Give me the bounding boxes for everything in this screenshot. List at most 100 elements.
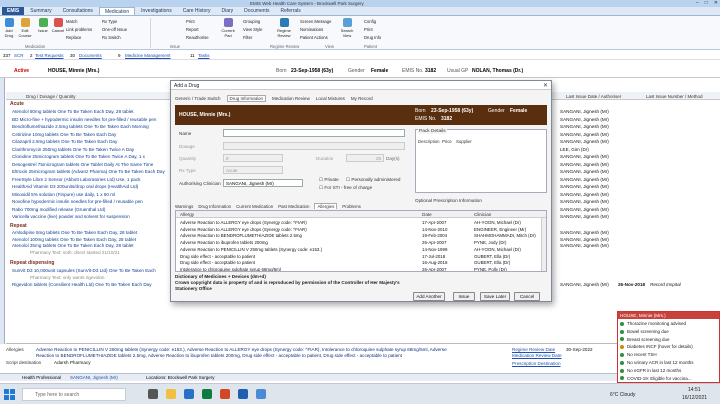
alert-item[interactable]: COVID-19: Eligible for vaccina...: [620, 376, 692, 381]
personally-administered-checkbox[interactable]: ☐ Personally administered: [346, 177, 400, 183]
close-window-icon[interactable]: ✕: [714, 0, 718, 6]
pack-col-description[interactable]: Description: [418, 139, 440, 144]
alert-item[interactable]: No eGFR in last 12 months: [620, 368, 681, 373]
tab-lower-drug-information[interactable]: Drug Information: [198, 204, 231, 209]
current-pad-button[interactable]: Current Pad: [220, 18, 236, 38]
cancel-course-button[interactable]: Cancel: [50, 18, 66, 33]
acute-drug-row[interactable]: HealthAid Vitamin D3 200units/drop oral …: [12, 184, 138, 189]
optional-prescription-info[interactable]: Optional Prescription Information: [415, 198, 547, 206]
rx-type-select[interactable]: Acute: [223, 166, 283, 174]
tab-documents[interactable]: Documents: [239, 7, 274, 15]
match-button[interactable]: Match: [66, 19, 77, 24]
status-user[interactable]: SANGANI, Jignesh (Mr): [70, 375, 118, 380]
patient-actions-button[interactable]: Patient Actions: [300, 35, 328, 40]
tab-summary[interactable]: Summary: [25, 7, 56, 15]
tab-local-mixtures[interactable]: Local Mixtures: [316, 96, 345, 101]
tab-diary[interactable]: Diary: [217, 7, 239, 15]
record-sidebar[interactable]: [0, 78, 5, 344]
alerts-title[interactable]: HOUSE, Minnie (Mrs.): [618, 312, 719, 319]
drug-info-button[interactable]: Drug Info: [364, 35, 381, 40]
filter-button[interactable]: Filter: [243, 35, 252, 40]
taskbar-search-box[interactable]: Type here to search: [22, 388, 126, 401]
drug-name-input[interactable]: [223, 129, 405, 137]
tab-problems[interactable]: Problems: [342, 204, 361, 209]
config-button[interactable]: Config: [364, 19, 376, 24]
tasks-link[interactable]: Tasks: [198, 53, 210, 58]
print-list-button[interactable]: Print: [364, 27, 373, 32]
acute-drug-row[interactable]: Novofine hypodermic insulin needles for …: [12, 199, 143, 204]
tab-care-history[interactable]: Care History: [178, 7, 216, 15]
add-drug-button[interactable]: Add Drug: [1, 18, 17, 38]
prescription-destination-link[interactable]: Prescription Destination: [512, 361, 561, 366]
edit-course-button[interactable]: Edit Course: [17, 18, 33, 38]
allergy-col-date[interactable]: Date: [422, 212, 432, 217]
duration-unit[interactable]: Day(s): [386, 156, 400, 161]
scr-link[interactable]: SCR: [14, 53, 24, 58]
alert-item[interactable]: Diabetes INCF (hover for details): [620, 344, 693, 349]
link-problems-button[interactable]: Link problems: [66, 27, 92, 32]
acute-drug-row[interactable]: Desogestrel 75microgram tablets One Tabl…: [12, 162, 153, 167]
allergy-col-clinician[interactable]: Clinician: [474, 212, 491, 217]
tab-past-medication[interactable]: Past Medication: [278, 204, 309, 209]
alert-item[interactable]: No urinary ACR in last 12 months: [620, 360, 694, 365]
view-style-button[interactable]: View Style: [243, 27, 262, 32]
acute-drug-row[interactable]: Cilazapril 2.5mg tablets One To Be Taken…: [12, 139, 117, 144]
word-icon[interactable]: [238, 389, 248, 399]
rx-type-button[interactable]: Rx Type: [102, 19, 117, 24]
issue-button[interactable]: Issue: [35, 18, 51, 33]
dosage-input[interactable]: [223, 142, 405, 150]
windows-start-icon[interactable]: [4, 389, 15, 400]
replace-button[interactable]: Replace: [66, 35, 81, 40]
private-checkbox[interactable]: ☐ Private: [319, 177, 339, 183]
report-button[interactable]: Report: [186, 27, 199, 32]
acute-drug-row[interactable]: FreeStyle Libre 2 Sensor (Abbott Laborat…: [12, 177, 140, 182]
repeat-dispensing-row[interactable]: SunVit D3 10,000unit capsules (SunVit-D3…: [12, 268, 156, 273]
tab-emis[interactable]: EMIS: [2, 7, 25, 15]
print-button[interactable]: Print: [186, 19, 195, 24]
allergy-scrollbar[interactable]: [541, 218, 546, 271]
tab-generic-trade-switch[interactable]: Generic / Trade Switch: [175, 96, 221, 101]
acute-drug-row[interactable]: Atenolol 50mg tablets One To Be Taken Ea…: [12, 109, 134, 114]
excel-icon[interactable]: [202, 389, 212, 399]
rigevidon-row[interactable]: Rigevidon tablets (Consilient Health Ltd…: [12, 282, 152, 287]
allergy-row[interactable]: Intolerance to chloroquine sulphate syru…: [176, 266, 542, 271]
alert-item[interactable]: Breast screening due: [620, 337, 670, 342]
patient-name[interactable]: HOUSE, Minnie (Mrs.): [48, 68, 99, 74]
col-last-issue-number[interactable]: Last Issue Number / Method: [646, 94, 703, 99]
documents-link[interactable]: Documents: [79, 53, 102, 58]
repeat-drug-row[interactable]: Atenolol 25mg tablets One To Be Taken Ea…: [12, 243, 134, 248]
cancel-button[interactable]: Cancel: [514, 292, 540, 301]
authorising-clinician-select[interactable]: SANGANI, Jignesh (Mr): [223, 179, 303, 187]
tab-referrals[interactable]: Referrals: [275, 7, 305, 15]
repeat-drug-row[interactable]: Amlodipine 5mg tablets One To Be Taken E…: [12, 230, 137, 235]
rx-switch-button[interactable]: Rx Switch: [102, 35, 121, 40]
acute-drug-row[interactable]: Clonidine 25microgram tablets One To Be …: [12, 154, 145, 159]
nominations-button[interactable]: Nominations: [300, 27, 323, 32]
clock-date[interactable]: 16/12/2021: [682, 395, 707, 401]
search-view-button[interactable]: Search View: [338, 18, 356, 38]
maximize-icon[interactable]: □: [705, 0, 708, 6]
allergy-col-allergy[interactable]: Allergy: [180, 212, 194, 217]
tab-drug-information[interactable]: Drug Information: [226, 95, 267, 102]
acute-drug-row[interactable]: Clarithromycin 250mg tablets One To Be T…: [12, 147, 134, 152]
file-explorer-icon[interactable]: [166, 389, 176, 399]
acute-drug-row[interactable]: Rabo 700mg modified release (Gruenthal L…: [12, 207, 105, 212]
acute-drug-row[interactable]: BD Micro-fine + hypodermic insulin needl…: [12, 117, 156, 122]
issue-drug-button[interactable]: Issue: [453, 292, 475, 301]
medicine-management-link[interactable]: Medicine Management: [125, 53, 171, 58]
minimize-icon[interactable]: –: [696, 0, 699, 6]
tab-current-medication[interactable]: Current Medication: [236, 204, 273, 209]
tab-allergies[interactable]: Allergies: [314, 203, 338, 209]
alert-item[interactable]: Bowel screening due: [620, 329, 669, 334]
one-off-issue-button[interactable]: One-off Issue: [102, 27, 127, 32]
tab-medication-review[interactable]: Medication Review: [272, 96, 310, 101]
quantity-input[interactable]: 0: [223, 154, 283, 162]
emis-taskbar-icon[interactable]: [256, 389, 266, 399]
regime-review-button[interactable]: Regime Review: [273, 18, 295, 38]
tab-my-record[interactable]: My Record: [351, 96, 373, 101]
duration-input[interactable]: 28: [346, 154, 384, 162]
task-view-icon[interactable]: [148, 389, 158, 399]
acute-drug-row[interactable]: Bendroflumethiazide 2.5mg tablets One To…: [12, 124, 149, 129]
tab-warnings[interactable]: Warnings: [175, 204, 193, 209]
acute-drug-row[interactable]: Minoxidil 5% solution (Finpure) use dail…: [12, 192, 115, 197]
